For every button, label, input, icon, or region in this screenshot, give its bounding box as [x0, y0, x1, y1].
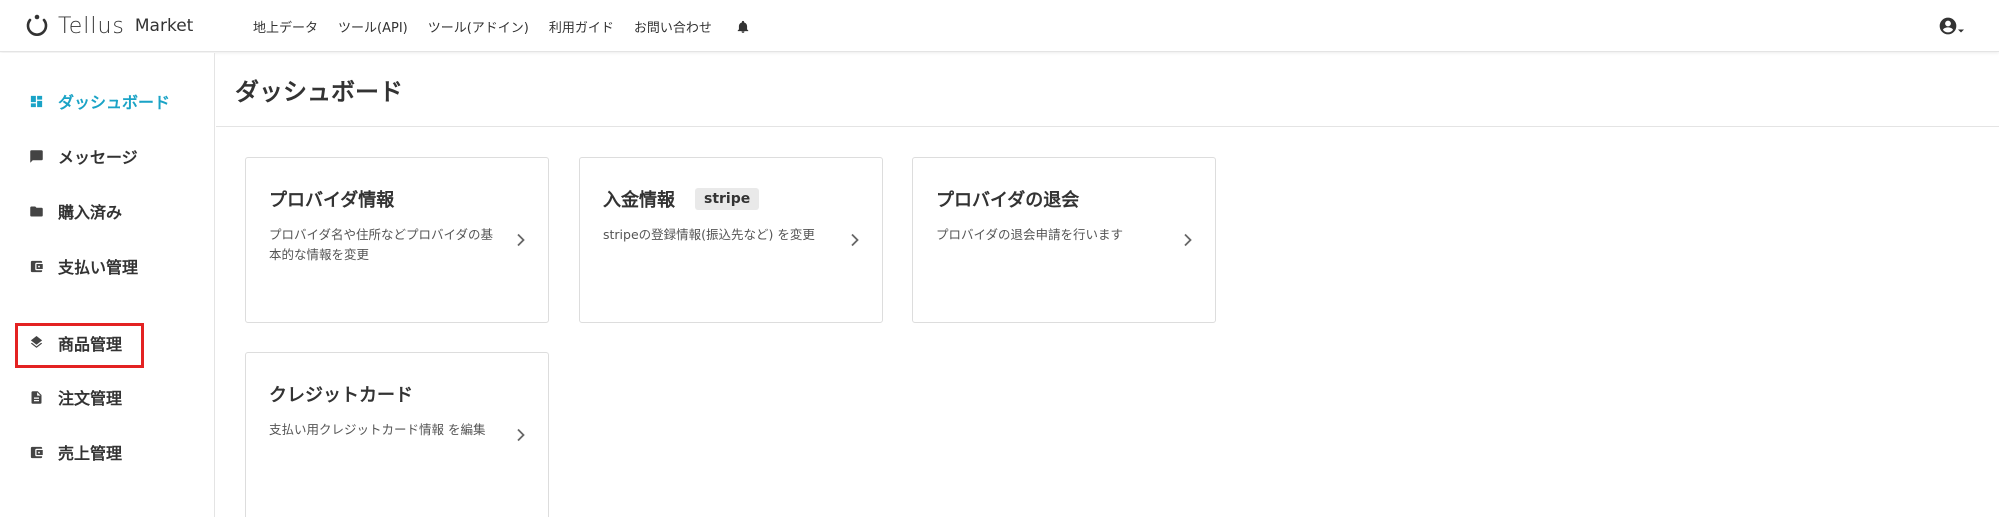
card-title-text: クレジットカード — [269, 385, 413, 406]
card-description: 支払い用クレジットカード情報 を編集 — [269, 422, 486, 437]
card-title-text: 入金情報 — [603, 190, 675, 211]
logo-text: Tellus — [58, 13, 125, 39]
document-icon — [28, 389, 44, 405]
sidebar-item-label: 購入済み — [58, 203, 123, 222]
logo[interactable]: Tellus Market — [24, 10, 193, 42]
card-title: プロバイダ情報 — [269, 186, 394, 212]
folder-icon — [28, 203, 44, 219]
card-title: クレジットカード — [269, 381, 413, 407]
sidebar-item-label: 支払い管理 — [58, 258, 139, 277]
sidebar-item-label: ダッシュボード — [58, 93, 171, 112]
card-deposit-info[interactable]: 入金情報 stripe stripeの登録情報(振込先など) を変更 — [579, 157, 883, 323]
logo-icon — [24, 13, 50, 39]
chevron-right-icon — [516, 232, 526, 247]
sidebar-item-label: 注文管理 — [58, 389, 123, 408]
sidebar-item-dashboard[interactable]: ダッシュボード — [28, 88, 170, 114]
divider — [216, 126, 1999, 127]
nav-item-contact[interactable]: お問い合わせ — [634, 17, 712, 36]
logo-subtext: Market — [134, 16, 194, 36]
highlight-box — [15, 323, 144, 368]
page-title: ダッシュボード — [235, 78, 403, 106]
sidebar-item-orders[interactable]: 注文管理 — [28, 384, 122, 410]
nav-item-guide[interactable]: 利用ガイド — [549, 17, 614, 36]
chevron-right-icon — [850, 232, 860, 247]
wallet-icon — [28, 444, 44, 460]
account-circle-icon — [1938, 16, 1958, 40]
chevron-down-icon — [1958, 19, 1964, 38]
chevron-right-icon — [516, 427, 526, 442]
card-description: stripeの登録情報(振込先など) を変更 — [603, 227, 815, 242]
dashboard-icon — [28, 93, 44, 109]
nav-item-ground-data[interactable]: 地上データ — [253, 17, 318, 36]
sidebar-item-messages[interactable]: メッセージ — [28, 143, 138, 169]
sidebar: ダッシュボード メッセージ 購入済み 支払い管理 商品管理 注文管理 売上管理 — [0, 53, 215, 517]
card-title: 入金情報 stripe — [603, 186, 760, 212]
message-icon — [28, 148, 44, 164]
nav-item-tool-addin[interactable]: ツール(アドイン) — [428, 17, 529, 36]
sidebar-item-purchased[interactable]: 購入済み — [28, 198, 122, 224]
top-header: Tellus Market 地上データ ツール(API) ツール(アドイン) 利… — [0, 0, 1999, 52]
sidebar-item-payments[interactable]: 支払い管理 — [28, 253, 138, 279]
wallet-icon — [28, 258, 44, 274]
sidebar-item-label: 売上管理 — [58, 444, 123, 463]
sidebar-item-label: メッセージ — [58, 148, 138, 167]
card-title-text: プロバイダの退会 — [936, 190, 1080, 211]
card-title: プロバイダの退会 — [936, 186, 1079, 212]
main-nav: 地上データ ツール(API) ツール(アドイン) 利用ガイド お問い合わせ — [253, 0, 750, 52]
card-credit-card[interactable]: クレジットカード 支払い用クレジットカード情報 を編集 — [245, 352, 549, 517]
sidebar-item-sales[interactable]: 売上管理 — [28, 439, 122, 465]
bell-icon[interactable] — [736, 19, 750, 33]
card-description: プロバイダ名や住所などプロバイダの基本的な情報を変更 — [269, 227, 494, 262]
card-provider-withdrawal[interactable]: プロバイダの退会 プロバイダの退会申請を行います — [912, 157, 1216, 323]
stripe-badge: stripe — [695, 188, 760, 210]
card-title-text: プロバイダ情報 — [269, 190, 395, 211]
chevron-right-icon — [1183, 232, 1193, 247]
card-description: プロバイダの退会申請を行います — [936, 227, 1124, 242]
card-provider-info[interactable]: プロバイダ情報 プロバイダ名や住所などプロバイダの基本的な情報を変更 — [245, 157, 549, 323]
user-menu[interactable] — [1938, 16, 1964, 40]
nav-item-tool-api[interactable]: ツール(API) — [338, 17, 408, 36]
